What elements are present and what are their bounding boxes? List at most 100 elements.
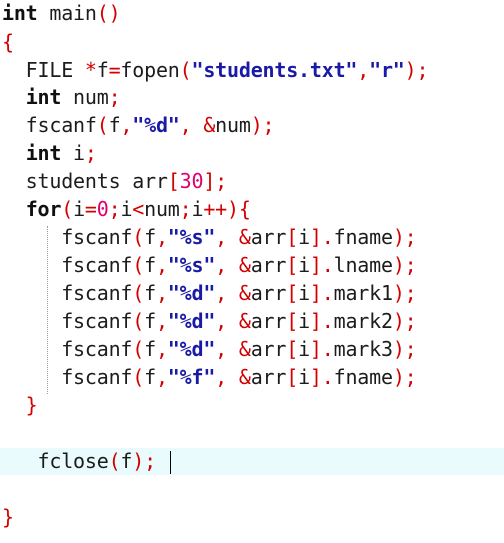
code-token: } (2, 393, 38, 417)
code-token: ; (84, 141, 97, 165)
code-token: ; (179, 197, 192, 221)
code-token: int (25, 85, 62, 109)
code-line: fscanf(f,"%d", &arr[i].mark1); (0, 280, 504, 307)
code-token: 30 (179, 169, 204, 193)
code-token: "%s" (167, 225, 216, 249)
code-token: ); (392, 337, 417, 361)
code-token: f (144, 337, 156, 361)
code-token: fscanf (2, 253, 133, 277)
code-token: , (179, 113, 204, 137)
code-token: [ (167, 169, 180, 193)
code-editor[interactable]: int main() { FILE *f=fopen("students.txt"… (0, 0, 504, 543)
code-token: ( (108, 449, 121, 473)
code-token: num (144, 197, 180, 221)
code-token: [ (286, 253, 299, 277)
code-token: mark1 (333, 281, 393, 305)
code-token: mark2 (333, 309, 393, 333)
code-token: ]. (309, 309, 334, 333)
code-token: fscanf (2, 113, 97, 137)
code-token: "%d" (167, 281, 216, 305)
code-token: fname (333, 365, 393, 389)
code-token: ( (179, 58, 192, 82)
code-token: ); (392, 253, 417, 277)
code-token: & (238, 281, 251, 305)
code-token: ]. (309, 225, 334, 249)
code-token: for (25, 197, 62, 221)
code-token: ); (392, 225, 417, 249)
code-token: ( (96, 113, 109, 137)
code-token: fclose (2, 449, 109, 473)
code-token: ( (132, 365, 145, 389)
code-token: { (2, 30, 14, 54)
code-token: ); (392, 309, 417, 333)
code-token: f (108, 113, 121, 137)
code-token: ]. (309, 253, 334, 277)
code-token: f (144, 281, 156, 305)
code-line: int i; (0, 140, 504, 167)
code-token: fscanf (2, 309, 133, 333)
code-token: ( (132, 337, 145, 361)
code-token: f (144, 365, 156, 389)
code-line: FILE *f=fopen("students.txt","r"); (0, 57, 504, 84)
code-token: fscanf (2, 337, 133, 361)
code-line: fscanf(f,"%f", &arr[i].fname); (0, 364, 504, 391)
code-token: * (84, 58, 97, 82)
code-token: fscanf (2, 225, 133, 249)
code-token: ); (392, 281, 417, 305)
code-token: , (215, 337, 239, 361)
code-token: i (120, 197, 133, 221)
code-token: , (155, 309, 168, 333)
code-token: , (120, 113, 133, 137)
code-line: students arr[30]; (0, 168, 504, 195)
code-token: , (215, 309, 239, 333)
code-token: int (2, 1, 38, 25)
code-token: , (155, 365, 168, 389)
code-token: ]. (309, 281, 334, 305)
code-token: ); (250, 113, 275, 137)
code-token: f (144, 225, 156, 249)
code-token: & (238, 253, 251, 277)
code-token: ; (108, 197, 121, 221)
code-token: & (238, 337, 251, 361)
code-token: "%f" (167, 365, 216, 389)
code-token: num (215, 113, 251, 137)
code-token: FILE (2, 58, 85, 82)
code-token: < (132, 197, 145, 221)
code-token: arr (250, 225, 287, 249)
code-token: 0 (96, 197, 109, 221)
code-token: , (155, 253, 168, 277)
code-line: fscanf(f,"%d", &arr[i].mark3); (0, 336, 504, 363)
code-line: int main() (0, 0, 504, 27)
code-token: i (73, 197, 85, 221)
code-token: mark3 (333, 337, 393, 361)
code-token: arr (250, 281, 287, 305)
code-token: i (298, 309, 310, 333)
code-token: ]. (309, 337, 334, 361)
code-token: arr (250, 365, 287, 389)
code-line: fscanf(f,"%s", &arr[i].fname); (0, 224, 504, 251)
indent-guide (47, 226, 48, 394)
code-token: i (61, 141, 85, 165)
code-token: "r" (369, 58, 405, 82)
code-line: fscanf(f,"%d", &num); (0, 112, 504, 139)
code-token: ( (132, 253, 145, 277)
code-token: ){ (227, 197, 251, 221)
code-token: , (215, 253, 239, 277)
code-token: f (144, 309, 156, 333)
code-token: & (203, 113, 216, 137)
code-line: fclose(f); (0, 448, 504, 475)
code-token: i (298, 225, 310, 249)
code-token: i (298, 281, 310, 305)
code-token: f (144, 253, 156, 277)
code-token: ( (132, 281, 145, 305)
code-token: } (2, 505, 14, 529)
code-token: "%d" (167, 309, 216, 333)
code-token: i (298, 253, 310, 277)
code-token: , (155, 337, 168, 361)
code-token: ]. (309, 365, 334, 389)
code-token: ); (404, 58, 429, 82)
code-token: [ (286, 281, 299, 305)
code-token: = (84, 197, 97, 221)
